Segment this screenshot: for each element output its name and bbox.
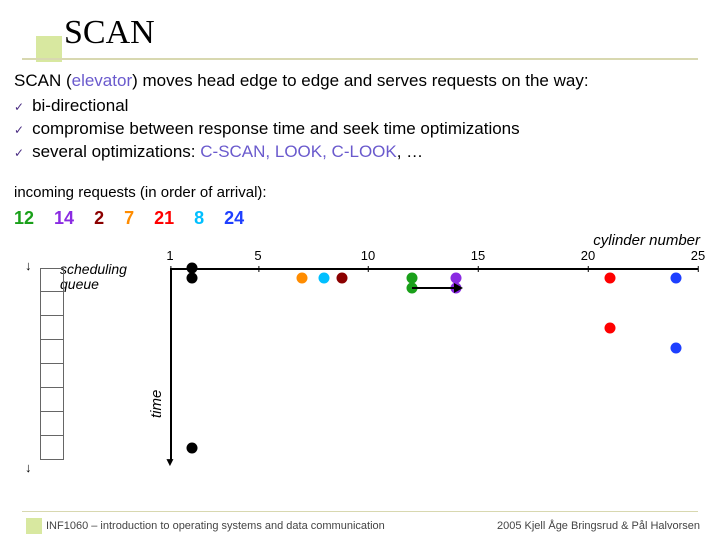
axis-tick: 15: [471, 248, 485, 263]
intro-keyword: elevator: [72, 71, 132, 90]
request-value: 21: [154, 208, 174, 228]
intro-after: ) moves head edge to edge and serves req…: [132, 71, 588, 90]
request-value: 14: [54, 208, 74, 228]
trace-plot: [170, 268, 698, 468]
queue-cell: [40, 436, 64, 460]
divider-top: [22, 58, 698, 60]
axis-tick: 5: [254, 248, 261, 263]
requests-label: incoming requests (in order of arrival):: [14, 184, 267, 201]
cylinder-number-label: cylinder number: [593, 232, 700, 249]
axis-tick: 1: [166, 248, 173, 263]
bullet-item: several optimizations: C-SCAN, LOOK, C-L…: [14, 141, 589, 164]
opt-suffix: , …: [397, 142, 423, 161]
divider-bottom: [22, 511, 698, 513]
trace-dot: [187, 443, 198, 454]
trace-dot: [605, 323, 616, 334]
queue-cell: [40, 388, 64, 412]
queue-cell: [40, 412, 64, 436]
request-value: 8: [194, 208, 204, 228]
scheduling-queue-label: schedulingqueue: [60, 262, 127, 293]
queue-cell: [40, 364, 64, 388]
trace-arrow-segment: [412, 287, 456, 289]
footer-right: 2005 Kjell Åge Bringsrud & Pål Halvorsen: [497, 520, 700, 532]
queue-cell: [40, 268, 64, 292]
bullet-item: compromise between response time and see…: [14, 118, 589, 141]
intro-block: SCAN (elevator) moves head edge to edge …: [14, 70, 589, 164]
axis-tick: 10: [361, 248, 375, 263]
request-value: 2: [94, 208, 104, 228]
queue-cell: [40, 292, 64, 316]
opt-prefix: several optimizations:: [32, 142, 200, 161]
intro-before: SCAN (: [14, 71, 72, 90]
axis-tick: 20: [581, 248, 595, 263]
intro-bullets: bi-directional compromise between respon…: [14, 95, 589, 164]
page-title: SCAN: [64, 14, 155, 52]
request-value: 7: [124, 208, 134, 228]
opt-list: C-SCAN, LOOK, C-LOOK: [200, 142, 396, 161]
trace-dot: [671, 343, 682, 354]
bullet-item: bi-directional: [14, 95, 589, 118]
trace-dot: [187, 263, 198, 274]
footer-left: INF1060 – introduction to operating syst…: [46, 520, 385, 532]
trace-arrow-head-icon: [454, 283, 463, 293]
time-axis-label: time: [148, 390, 165, 418]
queue-arrow-out-icon: ↓: [25, 460, 32, 475]
request-value: 12: [14, 208, 34, 228]
queue-cell: [40, 340, 64, 364]
request-value: 24: [224, 208, 244, 228]
requests-row: 12 14 27 21 8 24: [14, 208, 264, 229]
axis-tick: 25: [691, 248, 705, 263]
scheduling-queue: [40, 268, 64, 460]
queue-arrow-in-icon: ↓: [25, 258, 32, 273]
queue-cell: [40, 316, 64, 340]
footer-square-icon: [26, 518, 42, 534]
